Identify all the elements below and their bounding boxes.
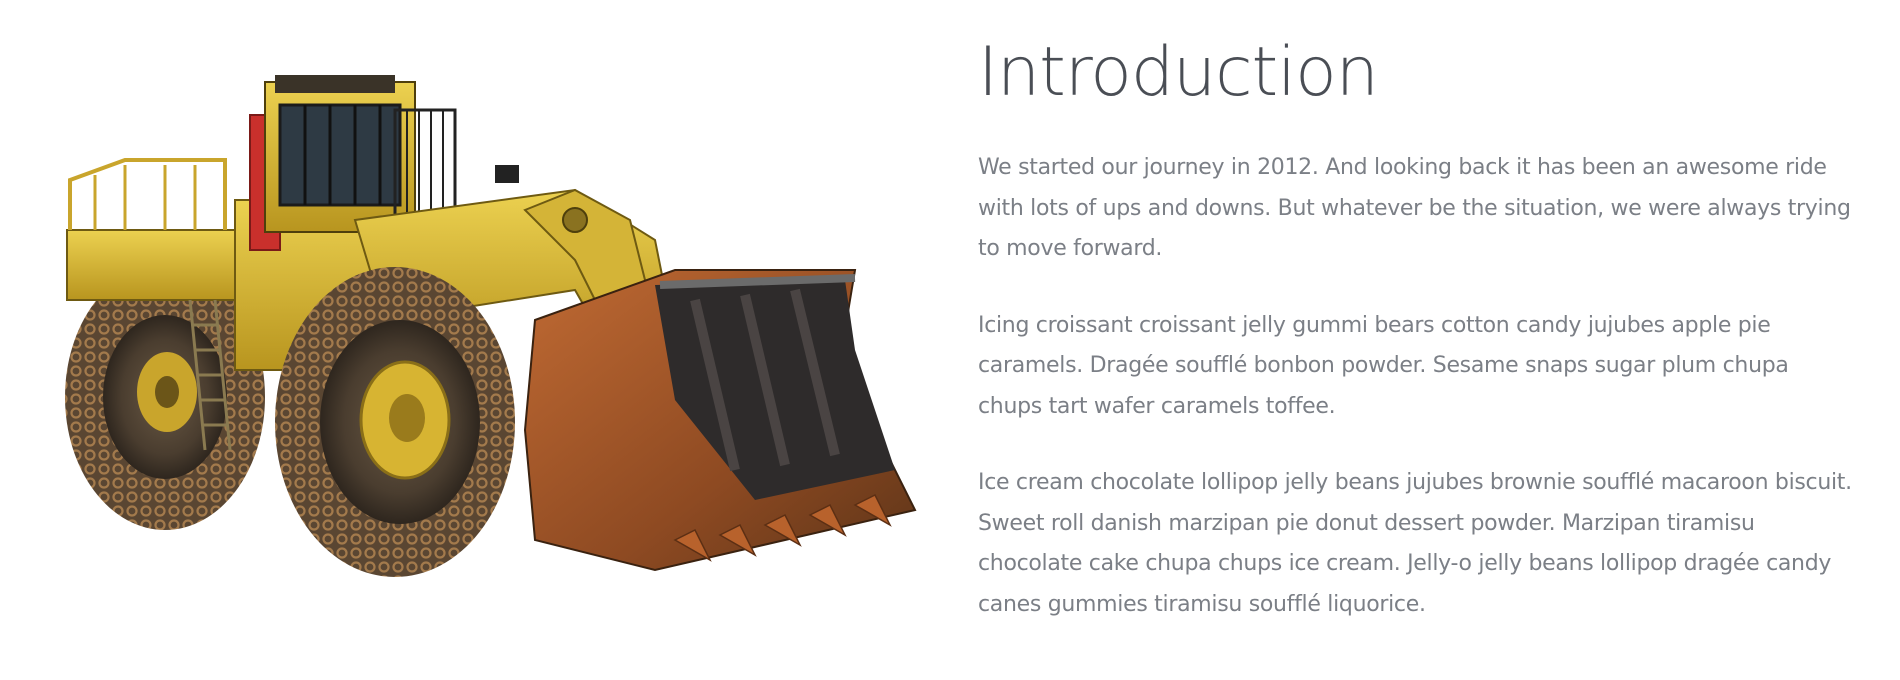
intro-text-column: Introduction We started our journey in 2… — [978, 30, 1858, 661]
introduction-section: Introduction We started our journey in 2… — [0, 0, 1900, 680]
intro-paragraph-3: Ice cream chocolate lollipop jelly beans… — [978, 470, 1852, 617]
intro-paragraph-2: Icing croissant croissant jelly gummi be… — [978, 312, 1789, 419]
intro-paragraph-1: We started our journey in 2012. And look… — [978, 155, 1851, 261]
bucket — [523, 269, 917, 572]
front-tire — [275, 267, 515, 577]
section-title: Introduction — [978, 33, 1379, 112]
wheel-loader-image — [55, 70, 945, 630]
